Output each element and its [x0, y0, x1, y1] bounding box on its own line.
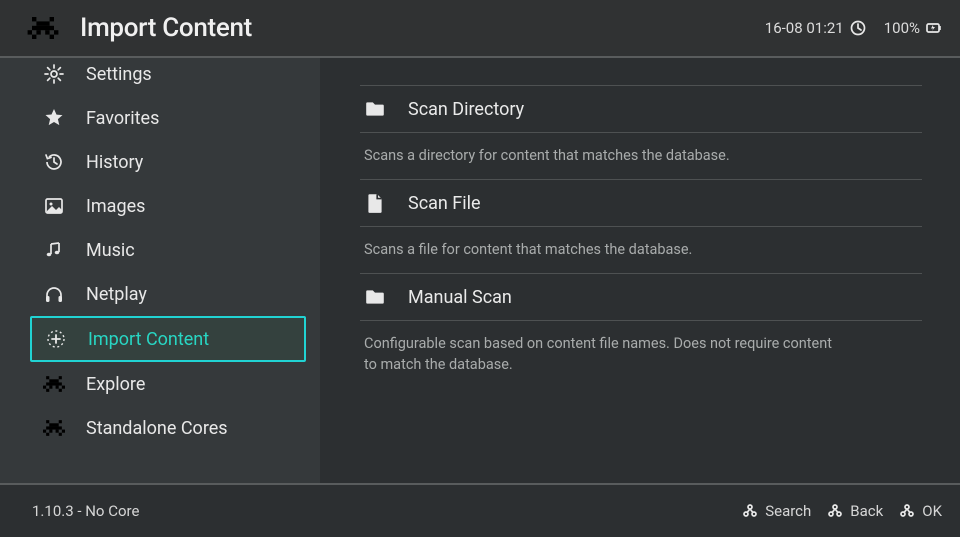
main-panel: Scan Directory Scans a directory for con…	[320, 58, 960, 483]
app-logo-icon	[24, 17, 62, 39]
folder-icon	[364, 286, 386, 308]
gear-icon	[44, 64, 64, 84]
history-icon	[44, 152, 64, 172]
invader-icon	[43, 420, 65, 436]
gamepad-glyph-icon	[742, 503, 758, 519]
headphones-icon	[44, 284, 64, 304]
sidebar-item-label: Settings	[86, 64, 152, 85]
top-bar: Import Content 16-08 01:21 100%	[0, 0, 960, 58]
row-desc-scan-file: Scans a file for content that matches th…	[360, 227, 922, 274]
footer-button-label: OK	[922, 502, 942, 520]
invader-icon	[43, 376, 65, 392]
folder-icon	[364, 98, 386, 120]
sidebar-item-explore[interactable]: Explore	[30, 362, 306, 406]
sidebar-item-favorites[interactable]: Favorites	[30, 96, 306, 140]
footer-button-label: Back	[850, 502, 883, 520]
plus-circle-icon	[46, 329, 66, 349]
sidebar-item-images[interactable]: Images	[30, 184, 306, 228]
sidebar-item-label: Import Content	[88, 329, 209, 350]
sidebar-item-standalone-cores[interactable]: Standalone Cores	[30, 406, 306, 450]
sidebar-item-history[interactable]: History	[30, 140, 306, 184]
gamepad-glyph-icon	[899, 503, 915, 519]
music-icon	[44, 240, 64, 260]
row-desc-scan-directory: Scans a directory for content that match…	[360, 133, 922, 180]
file-icon	[364, 192, 386, 214]
sidebar-item-label: Netplay	[86, 284, 147, 305]
sidebar-item-label: Standalone Cores	[86, 418, 228, 439]
footer-button-back[interactable]: Back	[827, 502, 883, 520]
clock-icon	[850, 20, 866, 36]
sidebar-item-settings[interactable]: Settings	[30, 58, 306, 96]
sidebar-item-label: Music	[86, 240, 135, 261]
sidebar-item-label: Favorites	[86, 108, 159, 129]
sidebar-item-music[interactable]: Music	[30, 228, 306, 272]
sidebar-item-label: History	[86, 152, 143, 173]
row-scan-file[interactable]: Scan File	[360, 179, 922, 227]
status-text: 1.10.3 - No Core	[32, 502, 139, 520]
footer-button-ok[interactable]: OK	[899, 502, 942, 520]
sidebar: Settings Favorites History Images Music	[0, 58, 320, 483]
footer-button-search[interactable]: Search	[742, 502, 811, 520]
sidebar-item-label: Explore	[86, 374, 145, 395]
row-scan-directory[interactable]: Scan Directory	[360, 85, 922, 133]
image-icon	[44, 196, 64, 216]
row-label: Scan File	[408, 193, 481, 214]
row-label: Manual Scan	[408, 287, 512, 308]
footer-bar: 1.10.3 - No Core Search Back OK	[0, 483, 960, 537]
footer-button-label: Search	[765, 502, 811, 520]
sidebar-item-import-content[interactable]: Import Content	[30, 316, 306, 362]
battery-icon	[926, 21, 942, 35]
row-manual-scan[interactable]: Manual Scan	[360, 273, 922, 321]
star-icon	[44, 108, 64, 128]
sidebar-item-netplay[interactable]: Netplay	[30, 272, 306, 316]
gamepad-glyph-icon	[827, 503, 843, 519]
page-title: Import Content	[80, 13, 252, 43]
row-desc-manual-scan: Configurable scan based on content file …	[360, 321, 840, 389]
row-label: Scan Directory	[408, 99, 524, 120]
sidebar-item-label: Images	[86, 196, 145, 217]
datetime-text: 16-08 01:21	[765, 19, 844, 37]
battery-percent-text: 100%	[884, 19, 920, 37]
